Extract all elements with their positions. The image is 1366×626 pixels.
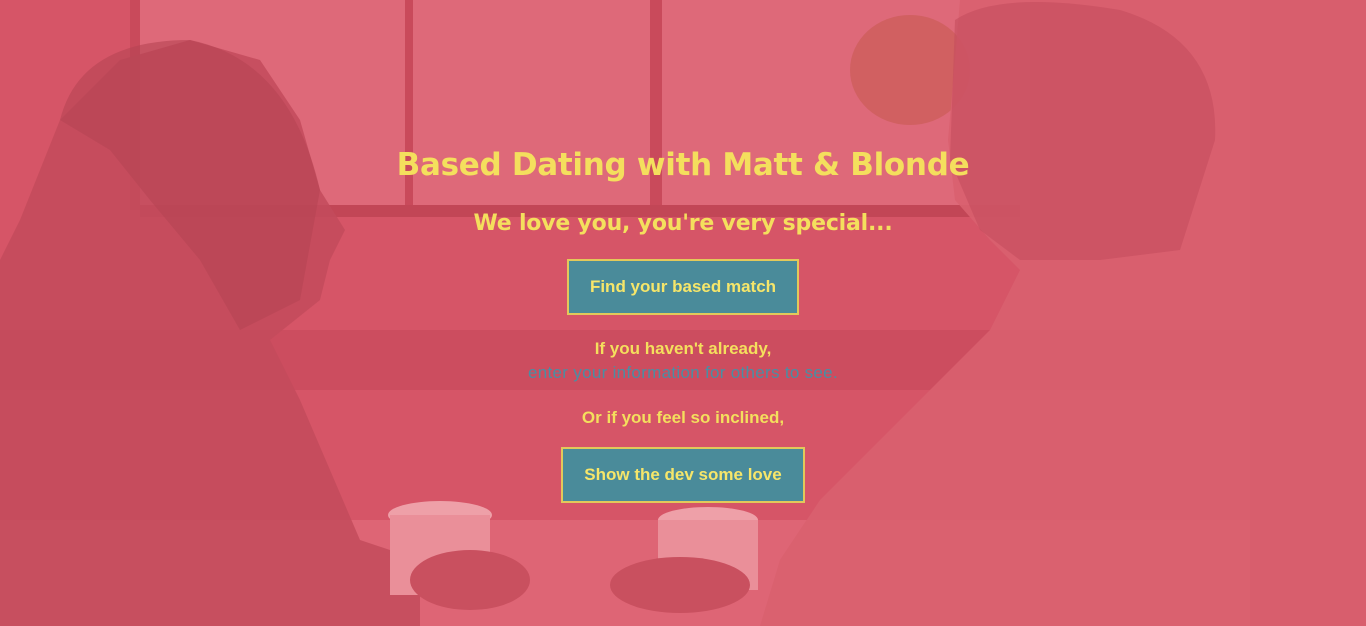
page-subtitle: We love you, you're very special... bbox=[473, 211, 893, 236]
hero-content: Based Dating with Matt & Blonde We love … bbox=[0, 0, 1366, 626]
prompt-text-love: Or if you feel so inclined, bbox=[581, 408, 785, 427]
prompt-text-info: If you haven't already, bbox=[594, 339, 772, 358]
page-title: Based Dating with Matt & Blonde bbox=[396, 147, 970, 183]
show-dev-love-button[interactable]: Show the dev some love bbox=[561, 447, 805, 503]
enter-info-link-row: enter your information for others to see… bbox=[0, 363, 1366, 383]
enter-info-link[interactable]: enter your information for others to see… bbox=[528, 363, 838, 382]
find-match-button[interactable]: Find your based match bbox=[567, 259, 799, 315]
